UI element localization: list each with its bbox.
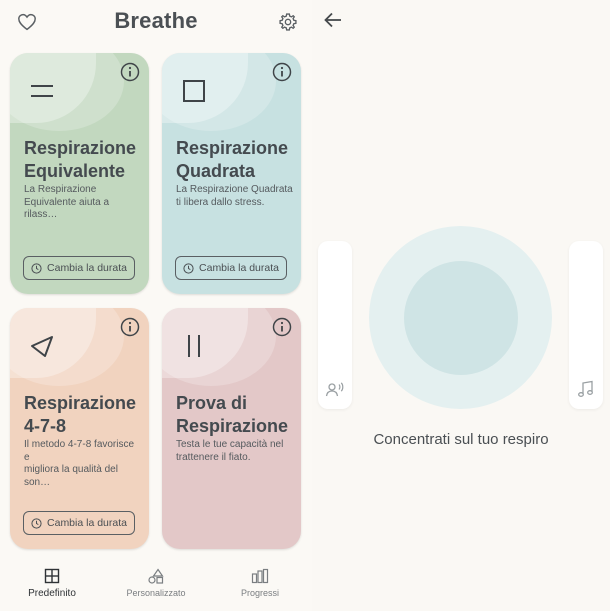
music-toggle[interactable] — [569, 241, 603, 409]
change-duration-button[interactable]: Cambia la durata — [175, 256, 287, 280]
voice-guide-toggle[interactable] — [318, 241, 352, 409]
breathe-home-panel: Breathe Respirazione Equivalente La Respi… — [0, 0, 312, 611]
pause-bars-icon — [188, 335, 200, 357]
music-note-icon — [578, 380, 593, 397]
card-equal-breathing[interactable]: Respirazione Equivalente La Respirazione E… — [10, 53, 149, 294]
app-title: Breathe — [114, 8, 198, 33]
card-breath-hold-test[interactable]: Prova di Respirazione Testa le tue capaci… — [162, 308, 301, 549]
clock-icon — [183, 262, 194, 274]
card-4-7-8-breathing[interactable]: Respirazione 4-7-8 Il metodo 4-7-8 favori… — [10, 308, 149, 549]
card-description: Testa le tue capacità nel trattenere il f… — [176, 439, 284, 463]
nav-item-personalizzato[interactable]: Personalizzato — [104, 560, 208, 611]
bar-chart-icon — [251, 568, 269, 584]
info-icon[interactable] — [119, 316, 141, 338]
card-description: La Respirazione Equivalente aiuta a rilas… — [24, 184, 110, 220]
card-title: Prova di Respirazione — [176, 393, 289, 436]
card-title: Respirazione Quadrata — [176, 138, 289, 181]
voice-speaker-icon — [325, 382, 344, 397]
shapes-icon — [148, 568, 164, 584]
card-description: Il metodo 4-7-8 favorisce e migliora la q… — [24, 439, 135, 488]
card-title: Respirazione 4-7-8 — [24, 393, 137, 436]
grid-icon — [44, 568, 60, 584]
breathing-circle-inner — [404, 261, 518, 375]
session-prompt: Concentrati sul tuo respiro — [373, 431, 549, 448]
change-duration-button[interactable]: Cambia la durata — [23, 256, 135, 280]
back-arrow-icon[interactable] — [322, 9, 344, 31]
bottom-navigation: Predefinito Personalizzato Progressi — [0, 560, 312, 611]
card-title: Respirazione Equivalente — [24, 138, 137, 181]
clock-icon — [31, 517, 42, 529]
triangle-icon — [31, 336, 53, 357]
equal-lines-icon — [31, 85, 53, 97]
breathing-session-panel: Concentrati sul tuo respiro — [312, 0, 610, 611]
info-icon[interactable] — [119, 61, 141, 83]
card-description: La Respirazione Quadrata ti libera dallo … — [176, 184, 293, 208]
settings-gear-icon[interactable] — [277, 11, 299, 33]
info-icon[interactable] — [271, 61, 293, 83]
square-icon — [183, 80, 205, 102]
nav-item-predefinito[interactable]: Predefinito — [0, 560, 104, 611]
change-duration-button[interactable]: Cambia la durata — [23, 511, 135, 535]
card-box-breathing[interactable]: Respirazione Quadrata La Respirazione Qua… — [162, 53, 301, 294]
nav-item-progressi[interactable]: Progressi — [208, 560, 312, 611]
clock-icon — [31, 262, 42, 274]
info-icon[interactable] — [271, 316, 293, 338]
top-app-bar: Breathe — [0, 0, 312, 44]
